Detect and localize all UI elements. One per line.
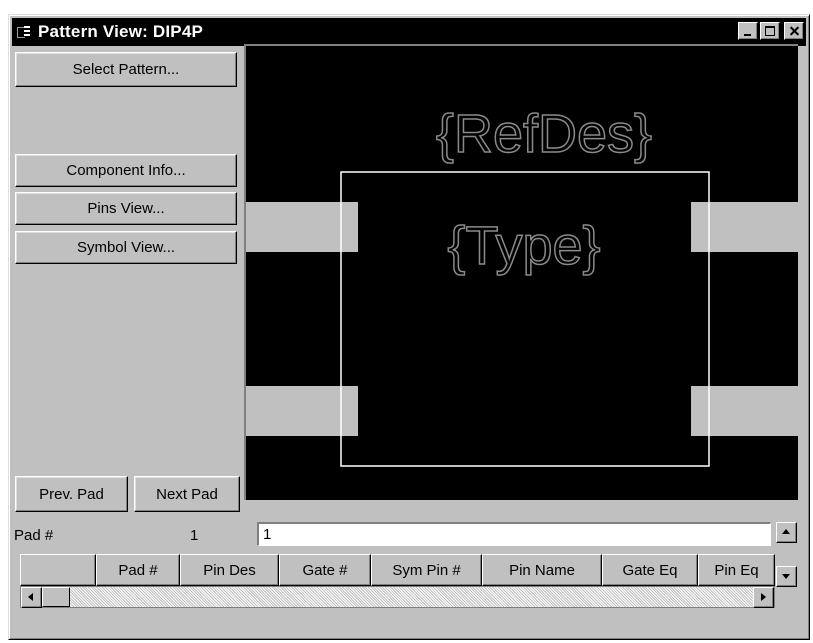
symbol-view-label: Symbol View... — [76, 239, 176, 256]
refdes-text: {RefDes} — [436, 104, 652, 164]
next-pad-label: Next Pad — [156, 485, 218, 503]
component-info-button[interactable]: Component Info... — [15, 154, 237, 187]
prev-pad-label: Prev. Pad — [39, 485, 104, 503]
col-gate-number[interactable]: Gate # — [279, 554, 371, 586]
pattern-canvas[interactable]: {RefDes} {Type} — [244, 44, 798, 500]
pins-view-label: Pins View... — [87, 200, 165, 217]
window-controls — [738, 22, 804, 40]
select-pattern-button[interactable]: Select Pattern... — [15, 52, 237, 87]
scroll-left-icon[interactable] — [21, 587, 42, 608]
col-pin-name[interactable]: Pin Name — [482, 554, 602, 586]
minimize-icon[interactable] — [738, 22, 758, 40]
select-pattern-label: Select Pattern... — [72, 61, 180, 78]
component-info-label: Component Info... — [66, 162, 186, 179]
vertical-scrollbar[interactable] — [776, 522, 798, 608]
pad-4 — [691, 202, 798, 252]
type-text: {Type} — [447, 216, 600, 276]
col-pin-des[interactable]: Pin Des — [180, 554, 279, 586]
maximize-icon[interactable] — [760, 22, 780, 40]
grid-header-row: Pad # Pin Des Gate # Sym Pin # Pin Name … — [20, 554, 775, 586]
pad-edit-field[interactable] — [257, 522, 771, 546]
col-pad-number[interactable]: Pad # — [96, 554, 180, 586]
next-pad-button[interactable]: Next Pad — [134, 476, 240, 512]
pad-3 — [691, 386, 798, 436]
scroll-up-icon[interactable] — [776, 522, 797, 543]
pad-number-label: Pad # — [14, 527, 54, 544]
col-sym-pin[interactable]: Sym Pin # — [371, 554, 482, 586]
scroll-down-icon[interactable] — [776, 566, 797, 587]
row-selector-header[interactable] — [20, 554, 96, 586]
pad-number-value: 1 — [190, 527, 199, 544]
window-title: Pattern View: DIP4P — [38, 22, 204, 41]
close-icon[interactable] — [784, 22, 804, 40]
pins-view-button[interactable]: Pins View... — [15, 192, 237, 225]
symbol-view-button[interactable]: Symbol View... — [15, 231, 237, 264]
title-bar[interactable]: Pattern View: DIP4P — [12, 18, 806, 46]
horizontal-scroll-thumb[interactable] — [42, 587, 70, 607]
pattern-drawing: {RefDes} {Type} — [246, 103, 798, 467]
horizontal-scrollbar[interactable] — [20, 586, 775, 608]
col-pin-eq[interactable]: Pin Eq — [698, 554, 775, 586]
scroll-right-icon[interactable] — [753, 587, 774, 608]
app-icon[interactable] — [16, 24, 32, 40]
prev-pad-button[interactable]: Prev. Pad — [15, 476, 128, 512]
col-gate-eq[interactable]: Gate Eq — [602, 554, 698, 586]
